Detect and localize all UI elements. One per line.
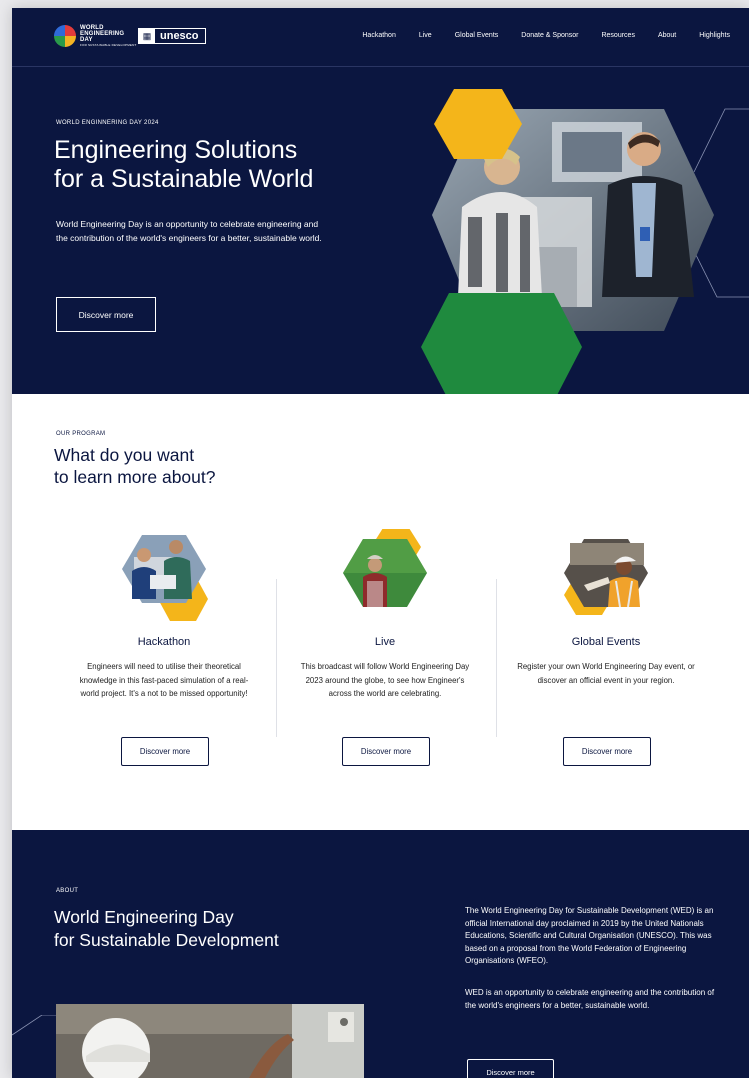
program-card-live: Live This broadcast will follow World En… — [285, 529, 485, 779]
page: WORLD ENGINEERING DAY FOR SUSTAINABLE DE… — [12, 8, 749, 1078]
global-events-discover-more-button[interactable]: Discover more — [563, 737, 651, 766]
hero-title-line-1: Engineering Solutions — [54, 136, 298, 164]
nav-link-highlights[interactable]: Highlights — [699, 32, 730, 39]
nav-link-global-events[interactable]: Global Events — [455, 32, 499, 39]
hero-eyebrow: WORLD ENGINNERING DAY 2024 — [56, 120, 159, 126]
live-card-title: Live — [374, 636, 396, 648]
hackathon-card-description: Engineers will need to utilise their the… — [79, 662, 249, 698]
temple-icon: ▦ — [139, 29, 155, 43]
about-worker-photo — [56, 1004, 364, 1078]
card-divider — [276, 579, 277, 737]
green-hexagon — [421, 293, 582, 394]
card-divider — [496, 579, 497, 737]
hero-section: WORLD ENGINNERING DAY 2024 Engineering S… — [12, 67, 749, 394]
program-card-hackathon: Hackathon Engineers will need to utilise… — [64, 529, 264, 779]
about-title-line-2: for Sustainable Development — [54, 930, 279, 950]
about-paragraph-1: The World Engineering Day for Sustainabl… — [465, 906, 714, 965]
globe-icon — [54, 25, 76, 47]
program-section: OUR PROGRAM What do you want to learn mo… — [12, 394, 749, 830]
global-events-hexagon-image — [564, 539, 648, 615]
nav-link-resources[interactable]: Resources — [601, 32, 634, 39]
about-title: World Engineering Day for Sustainable De… — [54, 906, 354, 952]
top-navigation: WORLD ENGINEERING DAY FOR SUSTAINABLE DE… — [12, 8, 749, 67]
about-eyebrow: ABOUT — [56, 888, 79, 894]
global-events-card-description: Register your own World Engineering Day … — [517, 662, 695, 685]
hackathon-card-title: Hackathon — [137, 636, 191, 648]
about-paragraph-2: WED is an opportunity to celebrate engin… — [465, 988, 715, 1010]
hero-title: Engineering Solutions for a Sustainable … — [54, 136, 374, 194]
global-events-card-title: Global Events — [571, 636, 641, 648]
about-discover-more-button[interactable]: Discover more — [467, 1059, 554, 1078]
live-hexagon-image — [343, 529, 427, 607]
hero-title-line-2: for a Sustainable World — [54, 165, 314, 193]
program-card-global-events: Global Events Register your own World En… — [506, 529, 706, 779]
program-eyebrow: OUR PROGRAM — [56, 431, 106, 437]
wed-logo[interactable]: WORLD ENGINEERING DAY FOR SUSTAINABLE DE… — [54, 25, 137, 47]
program-title-line-1: What do you want — [54, 445, 195, 465]
program-title: What do you want to learn more about? — [54, 444, 304, 488]
live-discover-more-button[interactable]: Discover more — [342, 737, 430, 766]
unesco-logo[interactable]: ▦ unesco — [138, 28, 206, 44]
hero-description: World Engineering Day is an opportunity … — [56, 219, 322, 243]
live-card-description: This broadcast will follow World Enginee… — [300, 662, 470, 698]
hero-discover-more-button[interactable]: Discover more — [56, 297, 156, 332]
hackathon-hexagon-image — [122, 535, 208, 621]
nav-link-hackathon[interactable]: Hackathon — [362, 32, 395, 39]
program-title-line-2: to learn more about? — [54, 467, 216, 487]
nav-link-donate-sponsor[interactable]: Donate & Sponsor — [521, 32, 578, 39]
main-menu: Hackathon Live Global Events Donate & Sp… — [362, 32, 730, 39]
nav-link-live[interactable]: Live — [419, 32, 432, 39]
wed-brand-name: WORLD ENGINEERING DAY — [80, 25, 125, 43]
unesco-wordmark: unesco — [160, 30, 199, 42]
nav-link-about[interactable]: About — [658, 32, 676, 39]
wed-brand-subtitle: FOR SUSTAINABLE DEVELOPMENT — [80, 43, 137, 47]
hackathon-discover-more-button[interactable]: Discover more — [121, 737, 209, 766]
hero-hexagon-image — [421, 89, 749, 394]
wed-logo-text: WORLD ENGINEERING DAY FOR SUSTAINABLE DE… — [80, 25, 137, 47]
about-section: ABOUT World Engineering Day for Sustaina… — [12, 830, 749, 1078]
about-title-line-1: World Engineering Day — [54, 907, 234, 927]
